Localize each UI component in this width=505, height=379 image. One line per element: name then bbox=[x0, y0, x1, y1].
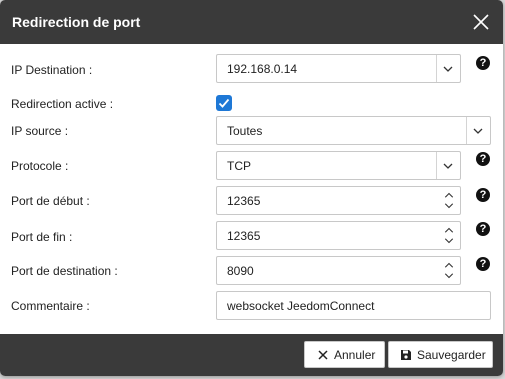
save-button[interactable]: Sauvegarder bbox=[388, 341, 493, 368]
select-divider bbox=[436, 55, 437, 82]
ip-destination-value: 192.168.0.14 bbox=[227, 62, 298, 76]
save-label: Sauvegarder bbox=[417, 348, 486, 362]
help-icon[interactable]: ? bbox=[476, 152, 490, 166]
port-fin-value: 12365 bbox=[227, 229, 261, 243]
close-icon bbox=[318, 350, 328, 360]
ip-source-select[interactable]: Toutes bbox=[216, 116, 491, 145]
help-icon[interactable]: ? bbox=[476, 56, 490, 70]
port-fin-label: Port de fin : bbox=[11, 230, 73, 244]
dialog-title: Redirection de port bbox=[12, 14, 141, 30]
select-divider bbox=[466, 117, 467, 144]
select-divider bbox=[436, 152, 437, 179]
port-forwarding-dialog: Redirection de port IP Destination : 192… bbox=[0, 0, 503, 376]
number-spinner-icon[interactable] bbox=[438, 257, 460, 284]
port-debut-value: 12365 bbox=[227, 194, 261, 208]
commentaire-input[interactable]: websocket JeedomConnect bbox=[216, 291, 491, 320]
dialog-footer: Annuler Sauvegarder bbox=[0, 334, 503, 376]
protocole-value: TCP bbox=[227, 159, 251, 173]
protocole-label: Protocole : bbox=[11, 159, 69, 173]
ip-source-value: Toutes bbox=[227, 124, 263, 138]
chevron-down-icon bbox=[473, 128, 483, 134]
close-icon[interactable] bbox=[471, 12, 491, 32]
dialog-titlebar: Redirection de port bbox=[0, 0, 503, 44]
help-icon[interactable]: ? bbox=[476, 222, 490, 236]
port-debut-input[interactable]: 12365 bbox=[216, 186, 461, 215]
chevron-down-icon bbox=[443, 163, 453, 169]
cancel-button[interactable]: Annuler bbox=[304, 341, 385, 368]
port-debut-label: Port de début : bbox=[11, 194, 90, 208]
ip-destination-select[interactable]: 192.168.0.14 bbox=[216, 54, 461, 83]
protocole-select[interactable]: TCP bbox=[216, 151, 461, 180]
commentaire-label: Commentaire : bbox=[11, 299, 90, 313]
port-destination-input[interactable]: 8090 bbox=[216, 256, 461, 285]
redirection-active-label: Redirection active : bbox=[11, 97, 114, 111]
number-spinner-icon[interactable] bbox=[438, 187, 460, 214]
cancel-label: Annuler bbox=[334, 348, 376, 362]
checkmark-icon bbox=[218, 98, 230, 108]
ip-source-label: IP source : bbox=[11, 124, 69, 138]
port-destination-label: Port de destination : bbox=[11, 264, 118, 278]
save-icon bbox=[401, 350, 411, 360]
ip-destination-label: IP Destination : bbox=[11, 63, 93, 77]
help-icon[interactable]: ? bbox=[476, 257, 490, 271]
port-destination-value: 8090 bbox=[227, 264, 254, 278]
port-fin-input[interactable]: 12365 bbox=[216, 221, 461, 250]
chevron-down-icon bbox=[443, 66, 453, 72]
help-icon[interactable]: ? bbox=[476, 188, 490, 202]
number-spinner-icon[interactable] bbox=[438, 222, 460, 249]
commentaire-value: websocket JeedomConnect bbox=[227, 299, 375, 313]
redirection-active-checkbox[interactable] bbox=[216, 95, 232, 111]
